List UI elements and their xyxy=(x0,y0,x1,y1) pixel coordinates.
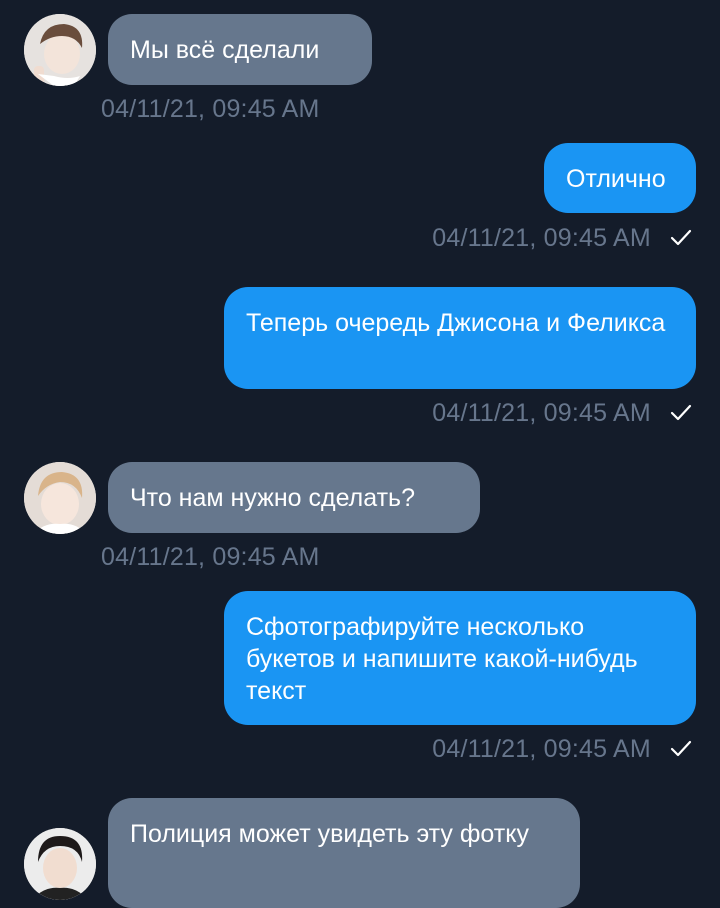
avatar-photo-icon xyxy=(24,14,96,86)
message-timestamp: 04/11/21, 09:45 AM xyxy=(101,95,320,123)
contact-avatar[interactable] xyxy=(24,462,96,534)
contact-avatar[interactable] xyxy=(24,828,96,900)
message-bubble-incoming[interactable]: Мы всё сделали xyxy=(108,14,372,85)
avatar-photo-icon xyxy=(24,462,96,534)
message-timestamp: 04/11/21, 09:45 AM xyxy=(101,543,320,571)
check-icon xyxy=(670,401,692,430)
message-text: Теперь очередь Джисона и Феликса xyxy=(246,309,666,337)
message-text: Мы всё сделали xyxy=(130,36,320,64)
message-bubble-outgoing[interactable]: Сфотографируйте несколько букетов и напи… xyxy=(224,591,696,725)
message-bubble-outgoing[interactable]: Теперь очередь Джисона и Феликса xyxy=(224,287,696,389)
check-icon xyxy=(670,226,692,255)
message-timestamp: 04/11/21, 09:45 AM xyxy=(432,735,651,763)
message-bubble-incoming[interactable]: Что нам нужно сделать? xyxy=(108,462,480,533)
message-timestamp: 04/11/21, 09:45 AM xyxy=(432,224,651,252)
message-bubble-outgoing[interactable]: Отлично xyxy=(544,143,696,213)
message-meta: 04/11/21, 09:45 AM xyxy=(432,224,692,255)
message-meta: 04/11/21, 09:45 AM xyxy=(432,399,692,430)
message-text: Что нам нужно сделать? xyxy=(130,484,415,512)
message-text: Сфотографируйте несколько букетов и напи… xyxy=(246,613,638,705)
message-bubble-incoming[interactable]: Полиция может увидеть эту фотку xyxy=(108,798,580,908)
check-icon xyxy=(670,737,692,766)
avatar-photo-icon xyxy=(24,828,96,900)
message-meta: 04/11/21, 09:45 AM xyxy=(432,735,692,766)
chat-screen: { "messages": [ {"direction": "in", "ava… xyxy=(0,0,720,908)
message-text: Полиция может увидеть эту фотку xyxy=(130,820,529,848)
contact-avatar[interactable] xyxy=(24,14,96,86)
message-timestamp: 04/11/21, 09:45 AM xyxy=(432,399,651,427)
message-text: Отлично xyxy=(566,165,666,193)
